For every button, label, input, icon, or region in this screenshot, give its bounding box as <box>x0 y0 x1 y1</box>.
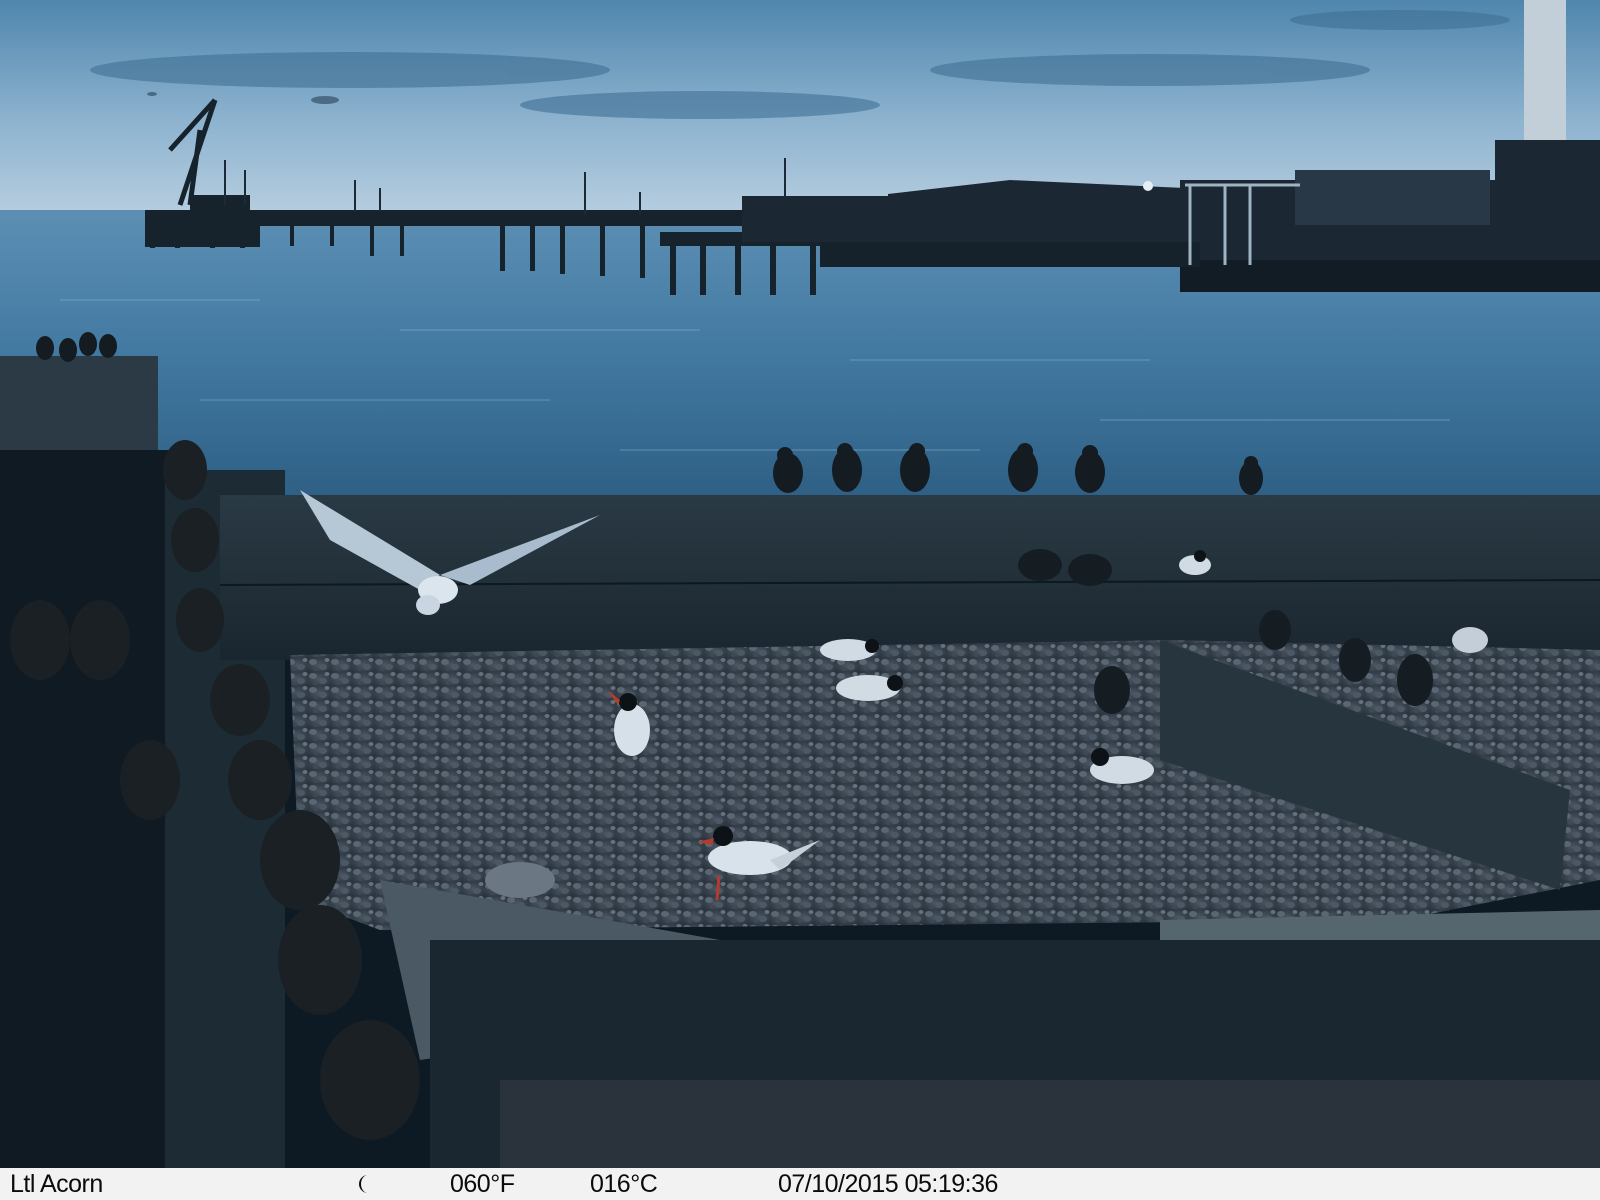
left-concrete-ledge <box>0 356 158 456</box>
chimney-stack <box>1524 0 1566 150</box>
temperature-fahrenheit: 060°F <box>450 1170 515 1198</box>
temperature-celsius: 016°C <box>590 1170 658 1198</box>
tern-chick <box>485 862 555 898</box>
tern-far-right <box>1452 627 1488 653</box>
foreground-bottom-gravel <box>500 1080 1600 1168</box>
camera-info-bar: Ltl Acorn 060°F 016°C 07/10/2015 05:19:3… <box>0 1168 1600 1200</box>
yard-light <box>1143 181 1153 191</box>
trail-camera-photo <box>0 0 1600 1168</box>
camera-name: Ltl Acorn <box>10 1170 103 1198</box>
timestamp: 07/10/2015 05:19:36 <box>778 1170 998 1198</box>
crescent-moon-icon <box>357 1168 377 1200</box>
chimney-base <box>1515 140 1575 195</box>
